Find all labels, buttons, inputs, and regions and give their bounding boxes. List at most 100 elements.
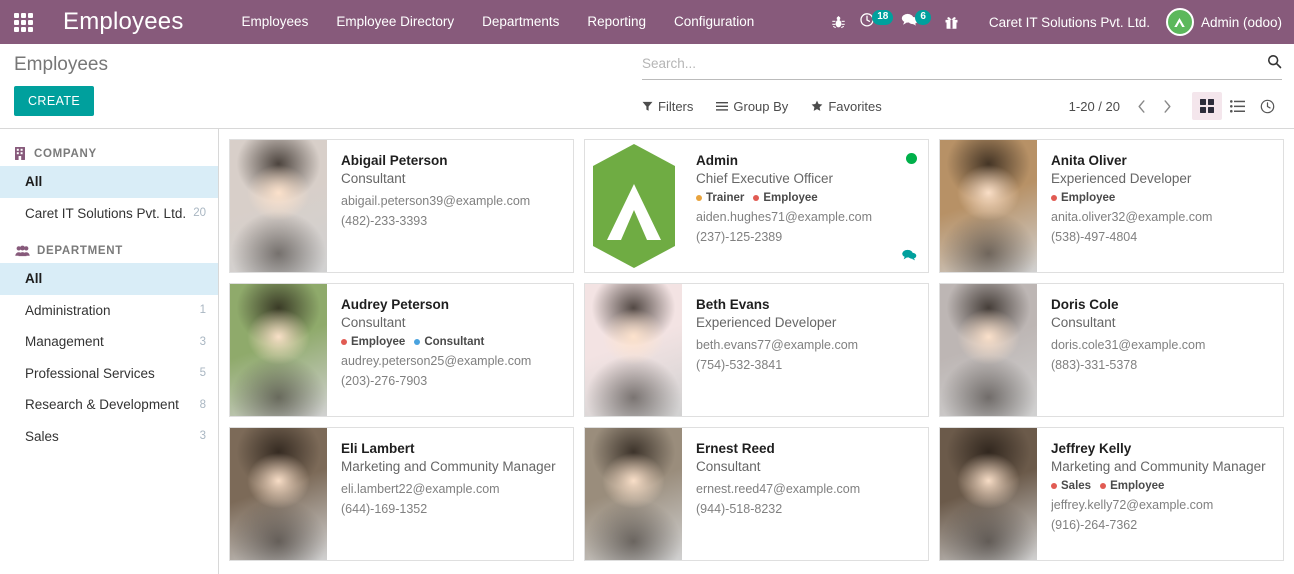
search-icon[interactable] — [1259, 54, 1282, 74]
employee-card[interactable]: Ernest ReedConsultanternest.reed47@examp… — [584, 427, 929, 561]
employee-name: Admin — [696, 152, 916, 170]
employee-phone[interactable]: (883)-331-5378 — [1051, 355, 1271, 375]
employee-email[interactable]: jeffrey.kelly72@example.com — [1051, 495, 1271, 515]
employee-tag[interactable]: Employee — [1051, 192, 1115, 204]
view-button-kanban[interactable] — [1192, 92, 1222, 120]
chat-bubble-icon[interactable] — [901, 248, 917, 264]
sidebar-item-department-sales[interactable]: Sales 3 — [0, 421, 218, 453]
favorites-dropdown[interactable]: Favorites — [811, 99, 881, 114]
sidebar-item-department-all[interactable]: All — [0, 263, 218, 295]
employee-name: Beth Evans — [696, 296, 916, 314]
employee-tag[interactable]: Employee — [753, 192, 817, 204]
search-options-row: Filters Group By Favorites 1-20 / 20 — [642, 91, 1282, 121]
search-input[interactable] — [642, 56, 1259, 71]
tag-color-dot — [696, 195, 702, 201]
employee-phone[interactable]: (754)-532-3841 — [696, 355, 916, 375]
sidebar-item-department-research-development[interactable]: Research & Development 8 — [0, 389, 218, 421]
tag-color-dot — [1100, 483, 1106, 489]
employee-email[interactable]: abigail.peterson39@example.com — [341, 191, 561, 211]
employee-tag[interactable]: Employee — [341, 336, 405, 348]
employee-job-title: Consultant — [341, 314, 561, 333]
pager-previous-button[interactable] — [1128, 93, 1154, 119]
employee-avatar — [585, 428, 682, 560]
menu-item-configuration[interactable]: Configuration — [660, 0, 768, 44]
app-brand-title[interactable]: Employees — [63, 8, 184, 36]
sidebar-item-department-management[interactable]: Management 3 — [0, 326, 218, 358]
tag-color-dot — [1051, 195, 1057, 201]
employee-email[interactable]: eli.lambert22@example.com — [341, 479, 561, 499]
apps-grid-icon — [14, 13, 33, 32]
pager-next-button[interactable] — [1154, 93, 1180, 119]
employee-tag[interactable]: Employee — [1100, 480, 1164, 492]
employee-email[interactable]: doris.cole31@example.com — [1051, 335, 1271, 355]
username-label: Admin (odoo) — [1201, 15, 1282, 30]
sidebar-item-department-professional-services[interactable]: Professional Services 5 — [0, 358, 218, 390]
employee-phone[interactable]: (644)-169-1352 — [341, 499, 561, 519]
employee-card[interactable]: Doris ColeConsultantdoris.cole31@example… — [939, 283, 1284, 417]
tag-color-dot — [341, 339, 347, 345]
messages-menu-button[interactable]: 6 — [897, 0, 935, 44]
employee-phone[interactable]: (538)-497-4804 — [1051, 227, 1271, 247]
bug-icon[interactable] — [821, 0, 855, 44]
sidebar-item-company-caret-it[interactable]: Caret IT Solutions Pvt. Ltd. 20 — [0, 198, 218, 230]
activity-menu-button[interactable]: 18 — [855, 0, 897, 44]
gift-icon[interactable] — [935, 0, 969, 44]
employee-card[interactable]: Beth EvansExperienced Developer beth.evan… — [584, 283, 929, 417]
sidebar-item-count: 3 — [200, 428, 206, 445]
sidebar-item-label: Management — [25, 332, 194, 352]
breadcrumb[interactable]: Employees — [14, 55, 632, 74]
employee-card[interactable]: Eli LambertMarketing and Community Manag… — [229, 427, 574, 561]
view-button-list[interactable] — [1222, 92, 1252, 120]
group-by-label: Group By — [733, 99, 788, 114]
menu-item-reporting[interactable]: Reporting — [573, 0, 660, 44]
control-panel: Employees CREATE Filters Group By — [0, 44, 1294, 129]
employee-phone[interactable]: (944)-518-8232 — [696, 499, 916, 519]
employee-tag-label: Employee — [1110, 480, 1164, 492]
employee-email[interactable]: beth.evans77@example.com — [696, 335, 916, 355]
employee-email[interactable]: audrey.peterson25@example.com — [341, 351, 561, 371]
employee-job-title: Experienced Developer — [696, 314, 916, 333]
employee-card[interactable]: Jeffrey KellyMarketing and Community Man… — [939, 427, 1284, 561]
sidebar-item-company-all[interactable]: All — [0, 166, 218, 198]
employee-card[interactable]: Anita OliverExperienced DeveloperEmploye… — [939, 139, 1284, 273]
user-menu[interactable]: Admin (odoo) — [1166, 8, 1282, 36]
employee-card[interactable]: Abigail PetersonConsultantabigail.peters… — [229, 139, 574, 273]
avatar — [1166, 8, 1194, 36]
employee-card[interactable]: AdminChief Executive OfficerTrainerEmplo… — [584, 139, 929, 273]
employee-email[interactable]: aiden.hughes71@example.com — [696, 207, 916, 227]
group-by-dropdown[interactable]: Group By — [716, 99, 788, 114]
sidebar-item-label: All — [25, 269, 200, 289]
employee-photo — [230, 140, 327, 272]
filters-dropdown[interactable]: Filters — [642, 99, 693, 114]
employee-email[interactable]: anita.oliver32@example.com — [1051, 207, 1271, 227]
employee-tag[interactable]: Trainer — [696, 192, 744, 204]
activity-count-badge: 18 — [872, 10, 893, 25]
employee-avatar — [940, 284, 1037, 416]
employee-email[interactable]: ernest.reed47@example.com — [696, 479, 916, 499]
employee-phone[interactable]: (237)-125-2389 — [696, 227, 916, 247]
employee-tag[interactable]: Sales — [1051, 480, 1091, 492]
list-icon — [1230, 100, 1245, 113]
employee-card[interactable]: Audrey PetersonConsultantEmployeeConsult… — [229, 283, 574, 417]
employee-phone[interactable]: (203)-276-7903 — [341, 371, 561, 391]
navbar-right-tools: 18 6 Caret IT Solutions Pvt. L — [821, 0, 1294, 44]
employee-tag[interactable]: Consultant — [414, 336, 484, 348]
menu-item-employees[interactable]: Employees — [228, 0, 323, 44]
apps-menu-button[interactable] — [0, 0, 46, 44]
company-switcher[interactable]: Caret IT Solutions Pvt. Ltd. — [989, 15, 1150, 30]
employee-job-title: Experienced Developer — [1051, 170, 1271, 189]
employee-phone[interactable]: (482)-233-3393 — [341, 211, 561, 231]
filter-sidebar: COMPANY All Caret IT Solutions Pvt. Ltd.… — [0, 129, 219, 574]
employee-name: Audrey Peterson — [341, 296, 561, 314]
employee-phone[interactable]: (916)-264-7362 — [1051, 515, 1271, 535]
view-button-activity[interactable] — [1252, 92, 1282, 120]
tag-color-dot — [753, 195, 759, 201]
sidebar-section-company: COMPANY — [0, 141, 218, 166]
sidebar-item-department-administration[interactable]: Administration 1 — [0, 295, 218, 327]
menu-item-departments[interactable]: Departments — [468, 0, 573, 44]
pager-value[interactable]: 1-20 / 20 — [1069, 99, 1120, 114]
menu-item-employee-directory[interactable]: Employee Directory — [322, 0, 468, 44]
control-panel-right: Filters Group By Favorites 1-20 / 20 — [632, 44, 1294, 128]
create-button[interactable]: CREATE — [14, 86, 94, 116]
employee-photo — [940, 284, 1037, 416]
